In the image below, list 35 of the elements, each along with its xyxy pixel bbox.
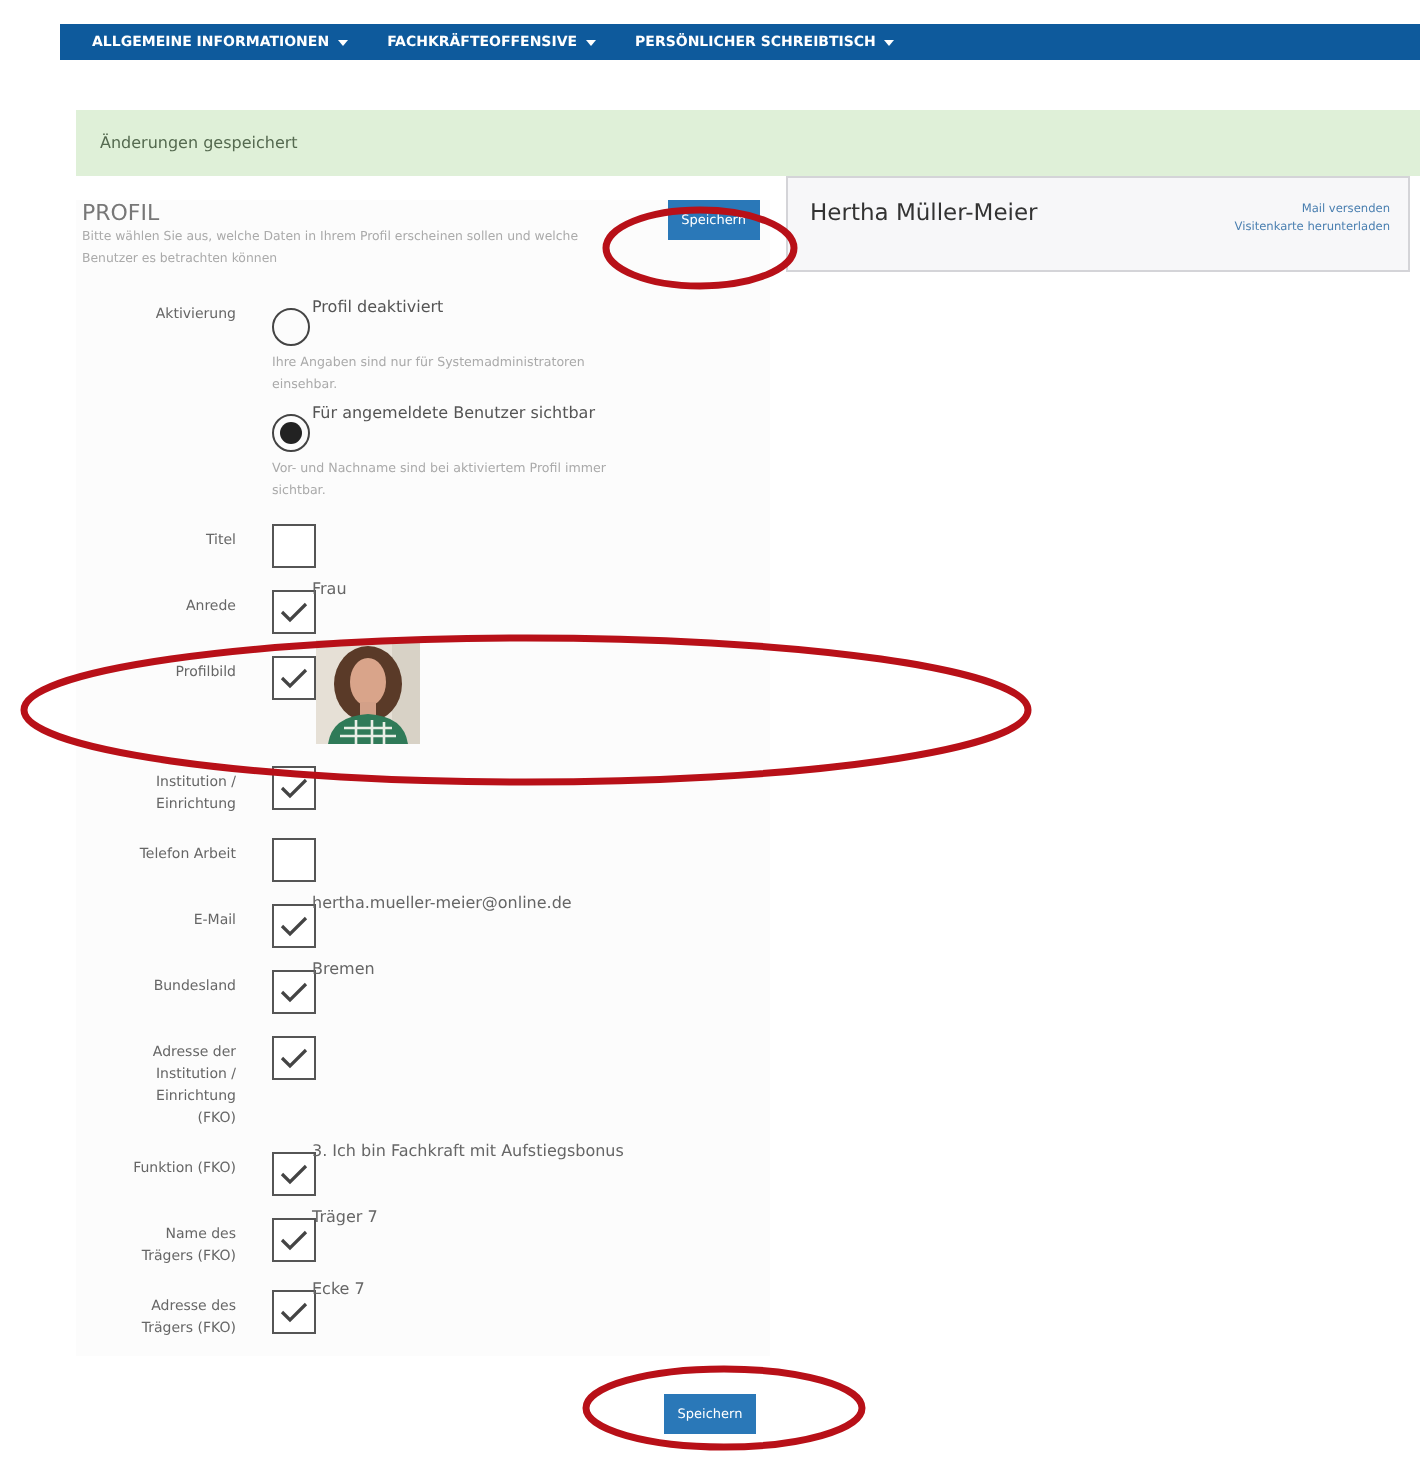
alert-text: Änderungen gespeichert — [100, 134, 298, 152]
checkbox[interactable] — [272, 970, 316, 1014]
radio-button[interactable] — [272, 414, 310, 452]
field-value: 3. Ich bin Fachkraft mit Aufstiegsbonus — [312, 1142, 626, 1160]
caret-icon — [585, 39, 596, 45]
checkbox[interactable] — [272, 904, 316, 948]
field-value: Bremen — [312, 960, 377, 978]
check-icon — [278, 776, 310, 800]
checkbox[interactable] — [272, 1290, 316, 1334]
radio-button[interactable] — [272, 308, 310, 346]
check-icon — [278, 600, 310, 624]
caret-icon — [337, 39, 348, 45]
user-name: Hertha Müller-Meier — [810, 198, 1038, 230]
checkbox[interactable] — [272, 656, 316, 700]
checkbox[interactable] — [272, 1152, 316, 1196]
caret-icon — [883, 39, 894, 45]
field-value: hertha.mueller-meier@online.de — [312, 894, 574, 912]
field-value: Träger 7 — [312, 1208, 380, 1226]
check-icon — [278, 1300, 310, 1324]
checkbox[interactable] — [272, 1218, 316, 1262]
field-value: Ecke 7 — [312, 1280, 367, 1298]
check-icon — [278, 1228, 310, 1252]
radio-label: Für angemeldete Benutzer sichtbar — [312, 404, 595, 422]
check-icon — [278, 666, 310, 690]
check-icon — [278, 1046, 310, 1070]
section-title: PROFIL — [82, 200, 162, 226]
field-value: Frau — [312, 580, 349, 598]
radio-label: Profil deaktiviert — [312, 298, 444, 316]
checkbox[interactable] — [272, 590, 316, 634]
check-icon — [278, 914, 310, 938]
checkbox[interactable] — [272, 838, 316, 882]
check-icon — [278, 1162, 310, 1186]
checkbox[interactable] — [272, 1036, 316, 1080]
check-icon — [278, 980, 310, 1004]
checkbox[interactable] — [272, 524, 316, 568]
